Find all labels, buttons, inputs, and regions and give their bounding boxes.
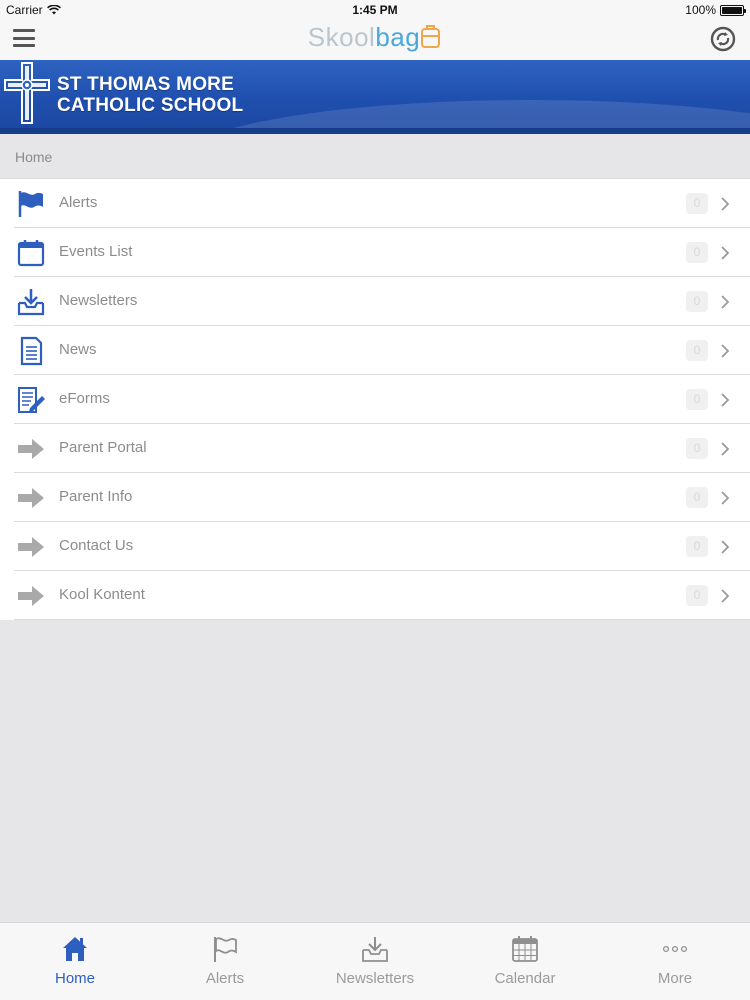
calendar-grid-icon xyxy=(512,936,538,962)
chevron-right-icon xyxy=(721,491,730,505)
menu-item-eforms[interactable]: eForms 0 xyxy=(0,375,750,424)
count-badge: 0 xyxy=(686,340,708,361)
tab-bar: Home Alerts Newsletters Calendar More xyxy=(0,922,750,1000)
school-name-line1: ST THOMAS MORE xyxy=(57,74,234,95)
menu-item-parent-portal[interactable]: Parent Portal 0 xyxy=(0,424,750,473)
menu-item-label: Kool Kontent xyxy=(59,586,145,603)
chevron-right-icon xyxy=(721,246,730,260)
status-time: 1:45 PM xyxy=(352,3,398,17)
menu-item-label: Parent Portal xyxy=(59,439,147,456)
calendar-icon xyxy=(17,240,45,267)
brand-text-skool: Skool xyxy=(307,22,376,52)
tab-calendar[interactable]: Calendar xyxy=(450,923,600,1000)
tab-label: Alerts xyxy=(205,970,245,987)
school-name: ST THOMAS MORE CATHOLIC SCHOOL xyxy=(57,74,243,116)
chevron-right-icon xyxy=(721,589,730,603)
tab-label: Calendar xyxy=(494,970,556,987)
tab-newsletters[interactable]: Newsletters xyxy=(300,923,450,1000)
document-icon xyxy=(20,336,43,366)
tab-label: Home xyxy=(54,970,95,987)
menu-item-news[interactable]: News 0 xyxy=(0,326,750,375)
menu-item-parent-info[interactable]: Parent Info 0 xyxy=(0,473,750,522)
arrow-right-icon xyxy=(18,488,44,508)
status-right: 100% xyxy=(685,3,746,17)
menu-list: Alerts 0 Events List 0 Newsletters 0 New… xyxy=(0,178,750,620)
arrow-right-icon xyxy=(18,537,44,557)
flag-icon xyxy=(214,937,237,962)
count-badge: 0 xyxy=(686,242,708,263)
app-screen: Carrier 1:45 PM 100% Skoolbag ST THOMAS … xyxy=(0,0,750,1000)
count-badge: 0 xyxy=(686,585,708,606)
menu-item-events-list[interactable]: Events List 0 xyxy=(0,228,750,277)
chevron-right-icon xyxy=(721,393,730,407)
app-logo: Skoolbag xyxy=(0,22,750,53)
cross-logo xyxy=(4,62,50,124)
sync-icon[interactable] xyxy=(710,26,736,52)
menu-item-label: eForms xyxy=(59,390,110,407)
battery-percent: 100% xyxy=(685,3,716,17)
arrow-right-icon xyxy=(18,586,44,606)
tab-more[interactable]: More xyxy=(600,923,750,1000)
chevron-right-icon xyxy=(721,442,730,456)
battery-icon xyxy=(720,4,746,16)
menu-item-label: Events List xyxy=(59,243,133,260)
count-badge: 0 xyxy=(686,438,708,459)
count-badge: 0 xyxy=(686,291,708,312)
chevron-right-icon xyxy=(721,344,730,358)
form-pen-icon xyxy=(18,387,45,413)
brand-text-bag: bag xyxy=(375,22,421,52)
home-icon xyxy=(63,937,87,961)
count-badge: 0 xyxy=(686,536,708,557)
inbox-download-icon xyxy=(362,937,388,962)
menu-item-label: Contact Us xyxy=(59,537,134,554)
bag-logo-icon xyxy=(421,25,441,48)
chevron-right-icon xyxy=(721,295,730,309)
menu-item-alerts[interactable]: Alerts 0 xyxy=(0,179,750,228)
tab-label: More xyxy=(657,970,693,987)
status-bar: Carrier 1:45 PM 100% xyxy=(0,0,750,20)
breadcrumb: Home xyxy=(15,149,53,165)
nav-bar: Skoolbag xyxy=(0,20,750,60)
inbox-download-icon xyxy=(17,289,45,316)
count-badge: 0 xyxy=(686,487,708,508)
menu-item-kool-kontent[interactable]: Kool Kontent 0 xyxy=(0,571,750,620)
chevron-right-icon xyxy=(721,540,730,554)
more-dots-icon xyxy=(662,945,688,953)
banner-strip xyxy=(0,128,750,134)
menu-item-label: News xyxy=(59,341,97,358)
menu-item-label: Parent Info xyxy=(59,488,133,505)
tab-alerts[interactable]: Alerts xyxy=(150,923,300,1000)
arrow-right-icon xyxy=(18,439,44,459)
battery-fill xyxy=(722,6,742,14)
school-name-line2: CATHOLIC SCHOOL xyxy=(57,95,244,116)
menu-item-contact-us[interactable]: Contact Us 0 xyxy=(0,522,750,571)
menu-item-label: Newsletters xyxy=(59,292,138,309)
count-badge: 0 xyxy=(686,193,708,214)
menu-item-label: Alerts xyxy=(59,194,98,211)
count-badge: 0 xyxy=(686,389,708,410)
school-banner: ST THOMAS MORE CATHOLIC SCHOOL xyxy=(0,60,750,134)
menu-item-newsletters[interactable]: Newsletters 0 xyxy=(0,277,750,326)
flag-icon xyxy=(18,191,43,217)
tab-home[interactable]: Home xyxy=(0,923,150,1000)
tab-label: Newsletters xyxy=(335,970,415,987)
chevron-right-icon xyxy=(721,197,730,211)
